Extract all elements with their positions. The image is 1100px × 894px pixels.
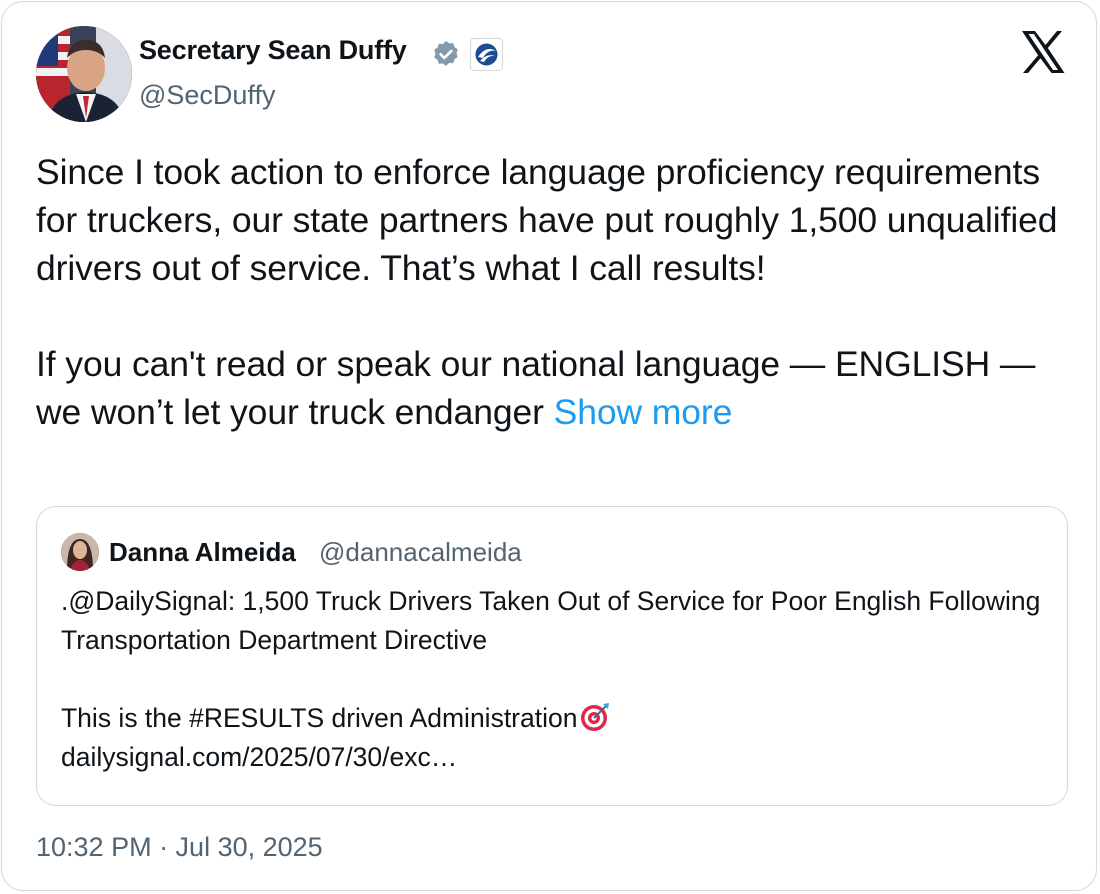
quoted-tweet-text: .@DailySignal: 1,500 Truck Drivers Taken… (61, 582, 1051, 777)
target-emoji-icon (579, 701, 611, 733)
quoted-author-handle[interactable]: @dannacalmeida (319, 537, 522, 568)
tweet-paragraph: If you can't read or speak our national … (36, 340, 1066, 436)
tweet-timestamp[interactable]: 10:32 PM · Jul 30, 2025 (36, 832, 323, 863)
tweet-paragraph: Since I took action to enforce language … (36, 152, 1058, 288)
show-more-link[interactable]: Show more (554, 392, 733, 432)
quoted-tweet-headline: .@DailySignal: 1,500 Truck Drivers Taken… (61, 586, 1041, 655)
dot-department-logo-icon[interactable] (470, 38, 503, 71)
tweet-text: Since I took action to enforce language … (36, 148, 1066, 436)
tweet-paragraph-text: If you can't read or speak our national … (36, 344, 1036, 432)
verified-badge-icon (430, 39, 462, 71)
quoted-tweet-line: This is the #RESULTS driven Administrati… (61, 699, 1051, 738)
x-logo-icon[interactable] (1020, 30, 1066, 74)
quoted-author-avatar[interactable] (61, 533, 99, 571)
author-avatar[interactable] (36, 26, 132, 122)
quoted-tweet[interactable]: Danna Almeida @dannacalmeida .@DailySign… (36, 506, 1068, 806)
author-handle[interactable]: @SecDuffy (139, 80, 275, 111)
quoted-tweet-line-text: This is the #RESULTS driven Administrati… (61, 703, 578, 733)
quoted-author-name[interactable]: Danna Almeida (109, 537, 296, 568)
tweet-card: Secretary Sean Duffy @SecDuffy Since I t… (1, 1, 1097, 891)
quoted-tweet-link[interactable]: dailysignal.com/2025/07/30/exc… (61, 738, 1051, 777)
author-name[interactable]: Secretary Sean Duffy (139, 35, 407, 66)
